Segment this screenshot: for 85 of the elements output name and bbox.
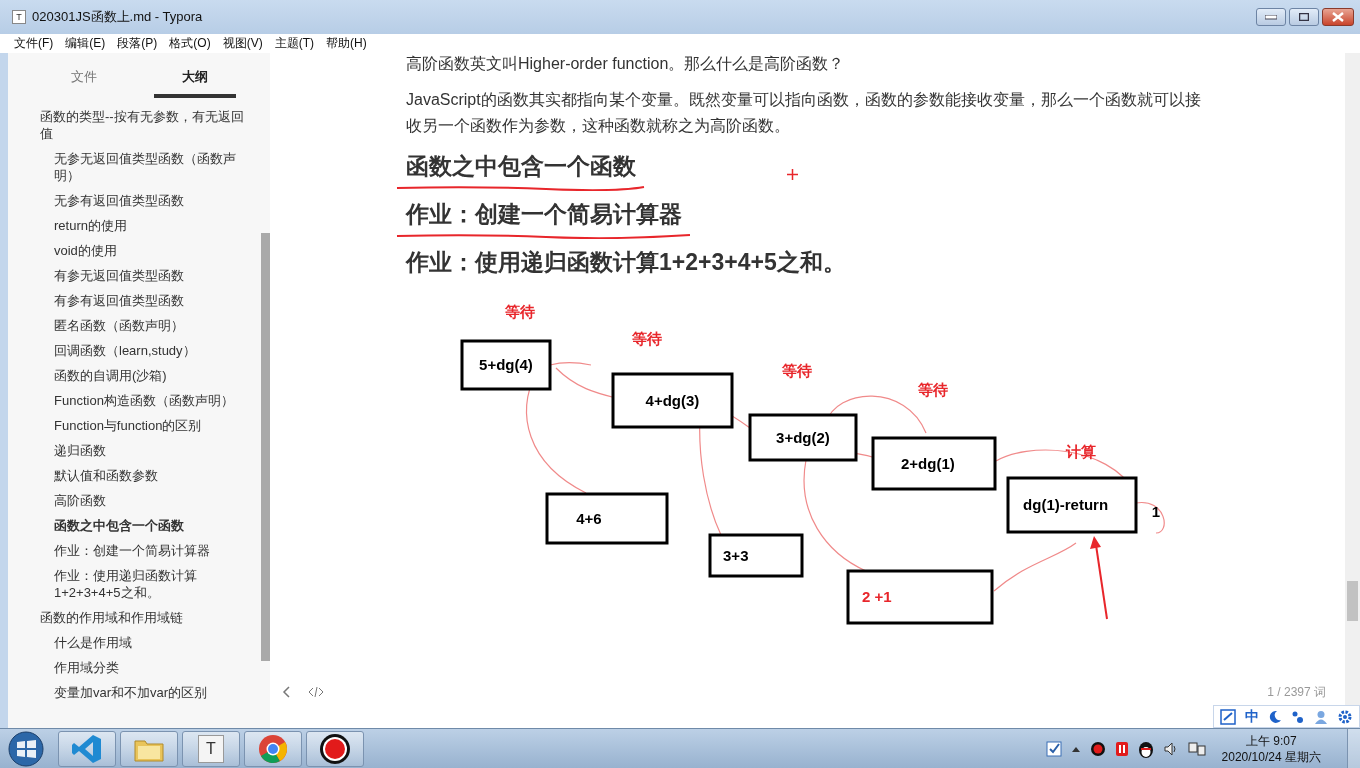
menu-item[interactable]: 主题(T) (274, 34, 314, 52)
sidebar-tab[interactable]: 文件 (42, 61, 125, 98)
node-label: 5+dg(4) (479, 356, 533, 373)
menu-item[interactable]: 帮助(H) (326, 34, 367, 52)
source-code-icon[interactable] (308, 686, 324, 698)
record-icon[interactable] (1089, 740, 1106, 757)
volume-icon[interactable] (1162, 740, 1179, 757)
network-icon[interactable] (1187, 740, 1206, 757)
code-editor-icon (71, 732, 103, 765)
minimize-button[interactable] (1256, 8, 1286, 26)
scribble-line (1135, 501, 1165, 534)
outline-item[interactable]: return的使用 (40, 213, 256, 238)
back-icon[interactable] (282, 686, 292, 698)
note-label: 计算 (1066, 443, 1096, 460)
settings-icon[interactable] (1337, 708, 1353, 725)
taskbar-button[interactable] (306, 730, 364, 767)
outline-item[interactable]: 函数的作用域和作用域链 (40, 605, 256, 630)
note-label: 等待 (505, 303, 535, 320)
outline-item[interactable]: 无参有返回值类型函数 (40, 188, 256, 213)
menu-item[interactable]: 文件(F) (14, 34, 54, 52)
clock-date: 2020/10/24 星期六 (1221, 748, 1321, 765)
node-label: 2+dg(1) (901, 454, 955, 472)
close-icon (1332, 12, 1344, 22)
outline-item[interactable]: 默认值和函数参数 (40, 463, 256, 488)
note-label: 等待 (918, 381, 948, 398)
minimize-icon (1265, 14, 1277, 20)
note-label: 等待 (782, 362, 812, 379)
paragraph: 高阶函数英文叫Higher-order function。那么什么是高阶函数？ (406, 54, 846, 74)
cursor-icon (787, 169, 798, 180)
outline-item[interactable]: 递归函数 (40, 438, 256, 463)
node-label: 2 +1 (862, 588, 892, 605)
taskbar-button[interactable]: T (182, 730, 240, 767)
outline-item[interactable]: 有参有返回值类型函数 (40, 288, 256, 313)
toolbox-icon[interactable] (1220, 708, 1236, 725)
menu-item[interactable]: 视图(V) (222, 34, 263, 52)
input-mode-button[interactable]: 中 (1245, 707, 1259, 726)
app-icon: T (12, 10, 26, 24)
show-desktop-button[interactable] (1347, 728, 1360, 768)
note-label: 1 (1151, 503, 1161, 520)
outline-item[interactable]: Function构造函数（函数声明） (40, 388, 256, 413)
outline-item[interactable]: void的使用 (40, 238, 256, 263)
penguin-icon[interactable] (1137, 739, 1154, 758)
record-icon (319, 732, 351, 765)
heading: 函数之中包含一个函数 (406, 149, 636, 191)
outline-item[interactable]: 作用域分类 (40, 655, 256, 680)
window-title: 020301JS函数上.md - Typora (32, 8, 204, 26)
outline-item[interactable]: 函数的自调用(沙箱) (40, 363, 256, 388)
outline-item[interactable]: 函数的类型--按有无参数，有无返回值 (40, 104, 256, 146)
start-button[interactable] (8, 730, 44, 767)
outline-item[interactable]: 函数之中包含一个函数 (40, 513, 256, 538)
typora-icon: T (198, 734, 224, 763)
outline-item[interactable]: 有参无返回值类型函数 (40, 263, 256, 288)
close-button[interactable] (1322, 8, 1354, 26)
menu-item[interactable]: 格式(O) (169, 34, 211, 52)
maximize-icon (1299, 13, 1309, 21)
node-label: 4+6 (576, 509, 602, 527)
heading: 作业：创建一个简易计算器 (406, 197, 682, 239)
node-label: 3+3 (723, 546, 749, 564)
node-label: dg(1)-return (1023, 496, 1109, 513)
moon-icon[interactable] (1268, 709, 1282, 724)
node-label: 4+dg(3) (645, 391, 700, 409)
paragraph: JavaScript的函数其实都指向某个变量。既然变量可以指向函数，函数的参数能接收变量，那么一个函数就可以接收另一个函数作为参数，这种函数就称之为高阶函数。 (406, 90, 1202, 136)
scrollbar-thumb[interactable] (261, 233, 270, 661)
checkbox-icon[interactable] (1045, 740, 1062, 757)
outline-item[interactable]: 作业：使用递归函数计算1+2+3+4+5之和。 (40, 563, 256, 605)
clock-time: 上午 9:07 (1245, 732, 1297, 749)
punctuation-icon[interactable] (1291, 709, 1305, 724)
outline-item[interactable]: 无参无返回值类型函数（函数声明） (40, 146, 256, 188)
outline-item[interactable]: 回调函数（learn,study） (40, 338, 256, 363)
menu-item[interactable]: 段落(P) (117, 34, 158, 52)
outline-item[interactable]: 高阶函数 (40, 488, 256, 513)
outline-item[interactable]: 匿名函数（函数声明） (40, 313, 256, 338)
heading: 作业：使用递归函数计算1+2+3+4+5之和。 (406, 248, 846, 277)
node-label: 3+dg(2) (776, 428, 830, 446)
outline-item[interactable]: 变量加var和不加var的区别 (40, 680, 256, 705)
maximize-button[interactable] (1289, 8, 1319, 26)
scrollbar-thumb[interactable] (1347, 581, 1358, 621)
sidebar-tab[interactable]: 大纲 (153, 61, 236, 98)
outline-item[interactable]: Function与function的区别 (40, 413, 256, 438)
outline-item[interactable]: 作业：创建一个简易计算器 (40, 538, 256, 563)
browser-icon (258, 733, 288, 764)
caret-icon[interactable] (1070, 745, 1081, 752)
note-label: 等待 (632, 330, 662, 347)
menu-item[interactable]: 编辑(E) (65, 34, 106, 52)
outline-item[interactable]: 什么是作用域 (40, 630, 256, 655)
